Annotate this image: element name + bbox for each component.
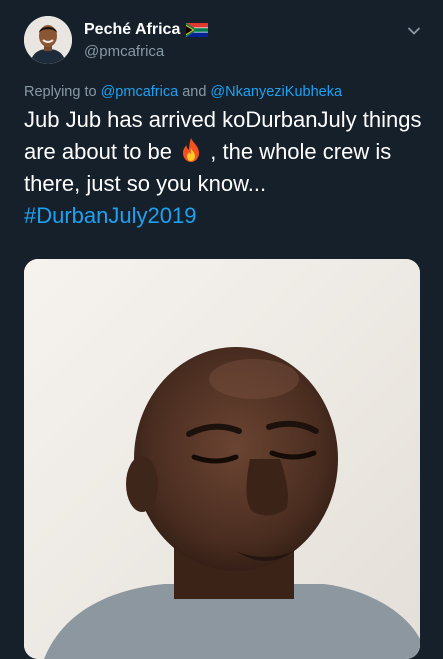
video-thumbnail [24, 259, 420, 659]
replying-to-label: Replying to [24, 84, 97, 100]
author-handle[interactable]: @pmcafrica [84, 43, 164, 60]
author-name[interactable]: Peché Africa [84, 21, 180, 39]
mention-nkanyezikubheka[interactable]: @NkanyeziKubheka [210, 84, 342, 100]
tweet-media-video[interactable] [24, 259, 420, 659]
replying-to-line: Replying to @pmcafrica and @NkanyeziKubh… [24, 84, 342, 100]
fire-emoji-icon [183, 138, 200, 162]
replying-connector: and [182, 84, 207, 100]
chevron-down-icon[interactable] [407, 24, 421, 38]
mention-pmcafrica[interactable]: @pmcafrica [101, 84, 179, 100]
tweet-text: Jub Jub has arrived koDurbanJuly things … [24, 104, 424, 232]
south-africa-flag-icon [186, 23, 209, 37]
hashtag-link[interactable]: #DurbanJuly2019 [24, 203, 196, 228]
avatar-image [24, 16, 72, 64]
avatar[interactable] [24, 16, 72, 64]
